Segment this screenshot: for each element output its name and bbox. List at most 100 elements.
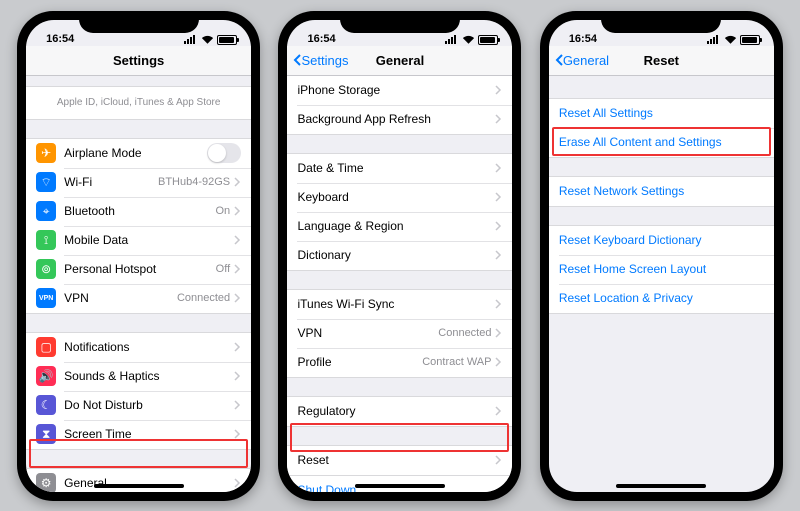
row-reset[interactable]: Reset <box>287 446 512 475</box>
vpn-icon: VPN <box>36 288 56 308</box>
row-label: VPN <box>297 326 438 340</box>
home-indicator[interactable] <box>616 484 706 488</box>
row-label: iPhone Storage <box>297 83 495 97</box>
row-label: Erase All Content and Settings <box>559 135 764 149</box>
chevron-right-icon <box>495 250 502 260</box>
row-label: Wi-Fi <box>64 175 158 189</box>
wifi-status-icon <box>724 35 737 45</box>
back-button[interactable]: Settings <box>293 53 348 68</box>
status-time: 16:54 <box>563 33 597 45</box>
screentime-icon: ⧗ <box>36 424 56 444</box>
navbar: Settings <box>26 46 251 76</box>
row-vpn[interactable]: VPNVPNConnected <box>26 284 251 313</box>
row-background-app-refresh[interactable]: Background App Refresh <box>287 105 512 134</box>
row-dictionary[interactable]: Dictionary <box>287 241 512 270</box>
row-label: Reset All Settings <box>559 106 764 120</box>
row-label: Keyboard <box>297 190 495 204</box>
phone-general: 16:54 Settings General iPhone Storage Bac… <box>278 11 521 501</box>
row-reset-all-settings[interactable]: Reset All Settings <box>549 99 774 128</box>
airplane-icon: ✈︎ <box>36 143 56 163</box>
row-label: Regulatory <box>297 404 495 418</box>
chevron-right-icon <box>495 192 502 202</box>
back-button[interactable]: General <box>555 53 609 68</box>
row-reset-keyboard-dictionary[interactable]: Reset Keyboard Dictionary <box>549 226 774 255</box>
row-label: Reset Home Screen Layout <box>559 262 764 276</box>
triptych: 16:54 Settings Apple ID, iCloud, iTunes … <box>0 0 800 511</box>
row-itunes-wi-fi-sync[interactable]: iTunes Wi-Fi Sync <box>287 290 512 319</box>
chevron-right-icon <box>495 455 502 465</box>
chevron-right-icon <box>234 371 241 381</box>
chevron-right-icon <box>234 429 241 439</box>
status-time: 16:54 <box>40 33 74 45</box>
chevron-right-icon <box>234 342 241 352</box>
row-label: Reset Location & Privacy <box>559 291 764 305</box>
dnd-icon: ☾ <box>36 395 56 415</box>
chevron-right-icon <box>495 163 502 173</box>
row-regulatory[interactable]: Regulatory <box>287 397 512 426</box>
row-reset-location-privacy[interactable]: Reset Location & Privacy <box>549 284 774 313</box>
row-label: Do Not Disturb <box>64 398 234 412</box>
row-value: BTHub4-92GS <box>158 176 230 188</box>
chevron-right-icon <box>495 114 502 124</box>
cellular-icon <box>184 35 198 44</box>
row-keyboard[interactable]: Keyboard <box>287 183 512 212</box>
row-reset-home-screen-layout[interactable]: Reset Home Screen Layout <box>549 255 774 284</box>
status-bar: 16:54 <box>26 20 251 46</box>
row-profile[interactable]: ProfileContract WAP <box>287 348 512 377</box>
row-label: Profile <box>297 355 422 369</box>
row-label: Bluetooth <box>64 204 215 218</box>
wifi-status-icon <box>462 35 475 45</box>
row-language-region[interactable]: Language & Region <box>287 212 512 241</box>
row-label: iTunes Wi-Fi Sync <box>297 297 495 311</box>
signin-row[interactable]: Apple ID, iCloud, iTunes & App Store <box>26 87 251 119</box>
chevron-right-icon <box>495 328 502 338</box>
row-reset-network-settings[interactable]: Reset Network Settings <box>549 177 774 206</box>
row-date-time[interactable]: Date & Time <box>287 154 512 183</box>
row-general[interactable]: ⚙︎General <box>26 469 251 492</box>
cellular-icon <box>445 35 459 44</box>
battery-icon <box>478 35 498 45</box>
toggle-switch[interactable] <box>207 143 241 163</box>
row-vpn[interactable]: VPNConnected <box>287 319 512 348</box>
row-label: Date & Time <box>297 161 495 175</box>
hotspot-icon: ⊚ <box>36 259 56 279</box>
home-indicator[interactable] <box>94 484 184 488</box>
chevron-right-icon <box>495 299 502 309</box>
row-label: Sounds & Haptics <box>64 369 234 383</box>
row-mobile-data[interactable]: ⟟Mobile Data <box>26 226 251 255</box>
row-label: Screen Time <box>64 427 234 441</box>
battery-icon <box>740 35 760 45</box>
row-personal-hotspot[interactable]: ⊚Personal HotspotOff <box>26 255 251 284</box>
row-value: On <box>215 205 230 217</box>
row-label: Reset Network Settings <box>559 184 764 198</box>
row-label: Notifications <box>64 340 234 354</box>
page-title: General <box>376 53 424 68</box>
row-notifications[interactable]: ▢Notifications <box>26 333 251 362</box>
chevron-right-icon <box>495 221 502 231</box>
row-erase-all-content-and-settings[interactable]: Erase All Content and Settings <box>549 128 774 157</box>
chevron-right-icon <box>495 357 502 367</box>
row-label: Mobile Data <box>64 233 234 247</box>
chevron-right-icon <box>495 85 502 95</box>
row-label: Reset Keyboard Dictionary <box>559 233 764 247</box>
row-sounds-haptics[interactable]: 🔊Sounds & Haptics <box>26 362 251 391</box>
row-do-not-disturb[interactable]: ☾ Do Not Disturb <box>26 391 251 420</box>
home-indicator[interactable] <box>355 484 445 488</box>
chevron-right-icon <box>495 406 502 416</box>
navbar: Settings General <box>287 46 512 76</box>
row-value: Contract WAP <box>422 356 491 368</box>
row-airplane-mode[interactable]: ✈︎Airplane Mode <box>26 139 251 168</box>
status-bar: 16:54 <box>549 20 774 46</box>
battery-icon <box>217 35 237 45</box>
row-label: Dictionary <box>297 248 495 262</box>
row-wi-fi[interactable]: ⌔Wi-FiBTHub4-92GS <box>26 168 251 197</box>
row-screen-time[interactable]: ⧗ Screen Time <box>26 420 251 449</box>
row-iphone-storage[interactable]: iPhone Storage <box>287 76 512 105</box>
cellular-icon <box>707 35 721 44</box>
row-bluetooth[interactable]: ⌖BluetoothOn <box>26 197 251 226</box>
row-value: Connected <box>438 327 491 339</box>
row-value: Off <box>216 263 230 275</box>
chevron-right-icon <box>234 293 241 303</box>
status-time: 16:54 <box>301 33 335 45</box>
page-title: Reset <box>644 53 679 68</box>
